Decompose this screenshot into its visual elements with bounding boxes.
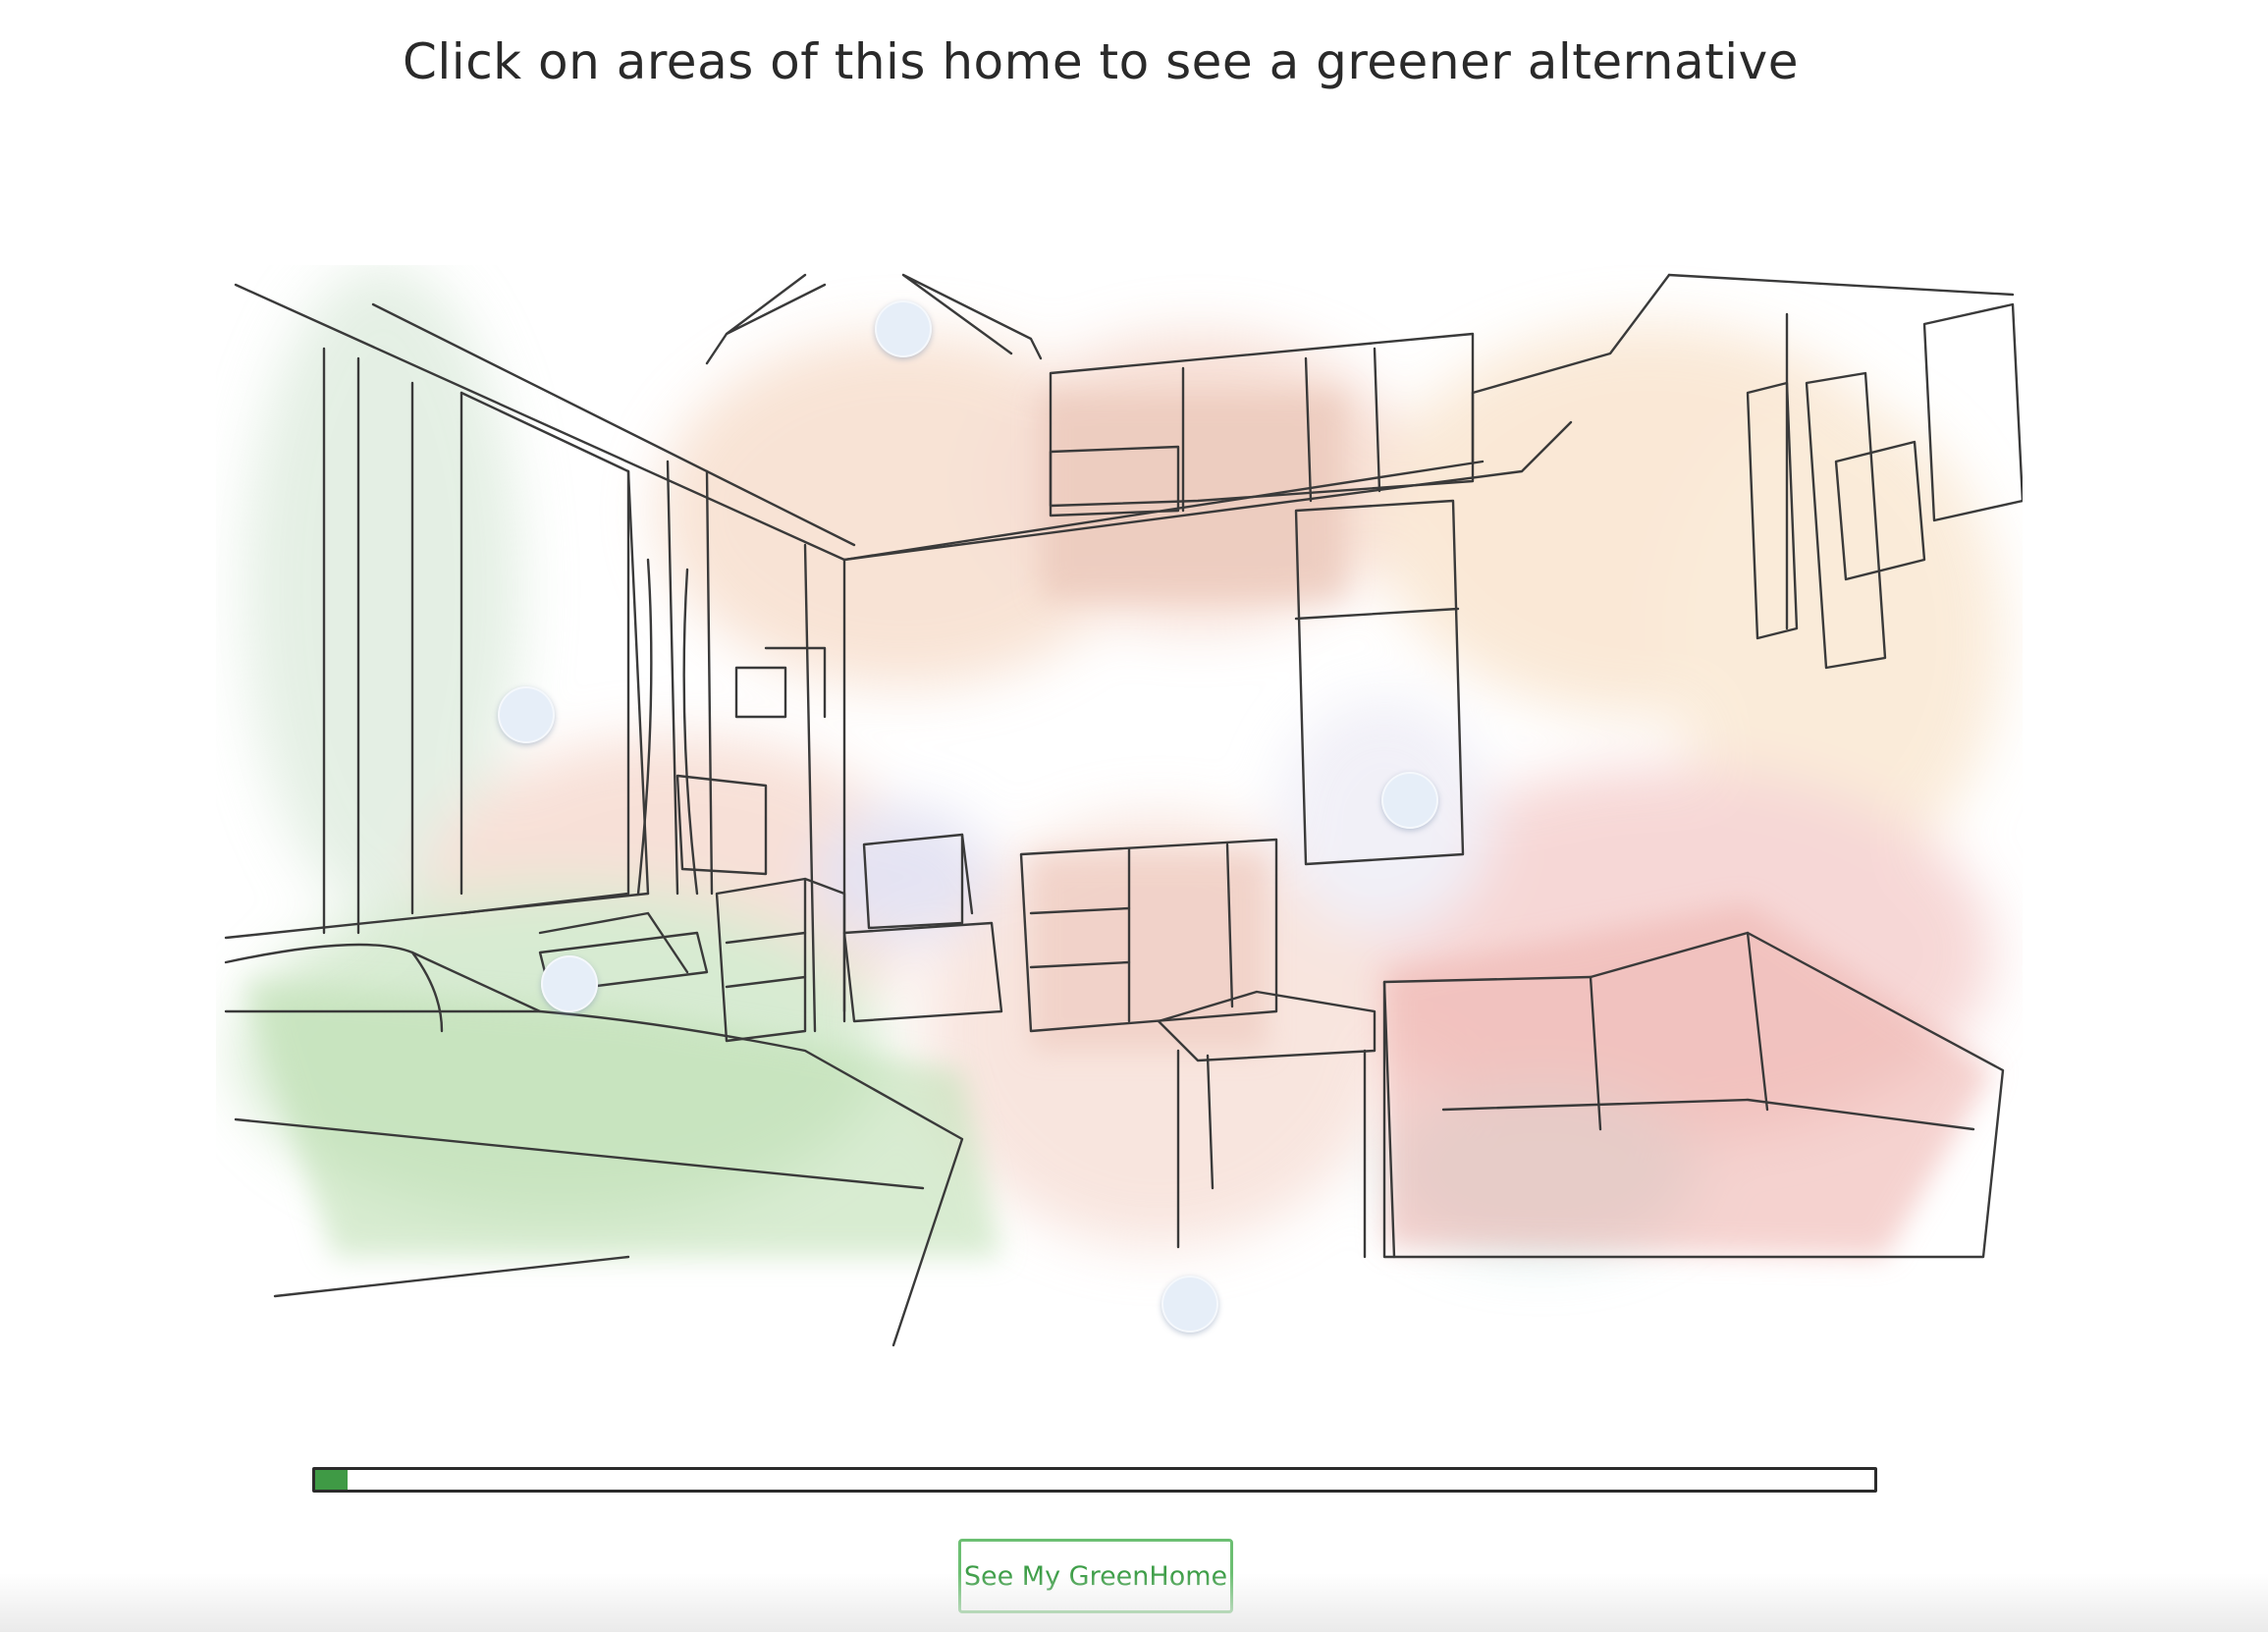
floor-hotspot[interactable] <box>1161 1276 1218 1333</box>
refrigerator-hotspot[interactable] <box>1381 772 1438 829</box>
progress-fill <box>315 1470 349 1490</box>
progress-bar <box>312 1467 1877 1493</box>
room-sketch <box>224 265 2023 1347</box>
heater-hotspot[interactable] <box>541 955 598 1012</box>
ceiling-light-hotspot[interactable] <box>875 300 932 357</box>
room-illustration <box>216 265 2023 1375</box>
window-hotspot[interactable] <box>498 686 555 743</box>
see-my-greenhome-button[interactable]: See My GreenHome <box>958 1539 1233 1613</box>
page-title: Click on areas of this home to see a gre… <box>403 33 1799 90</box>
